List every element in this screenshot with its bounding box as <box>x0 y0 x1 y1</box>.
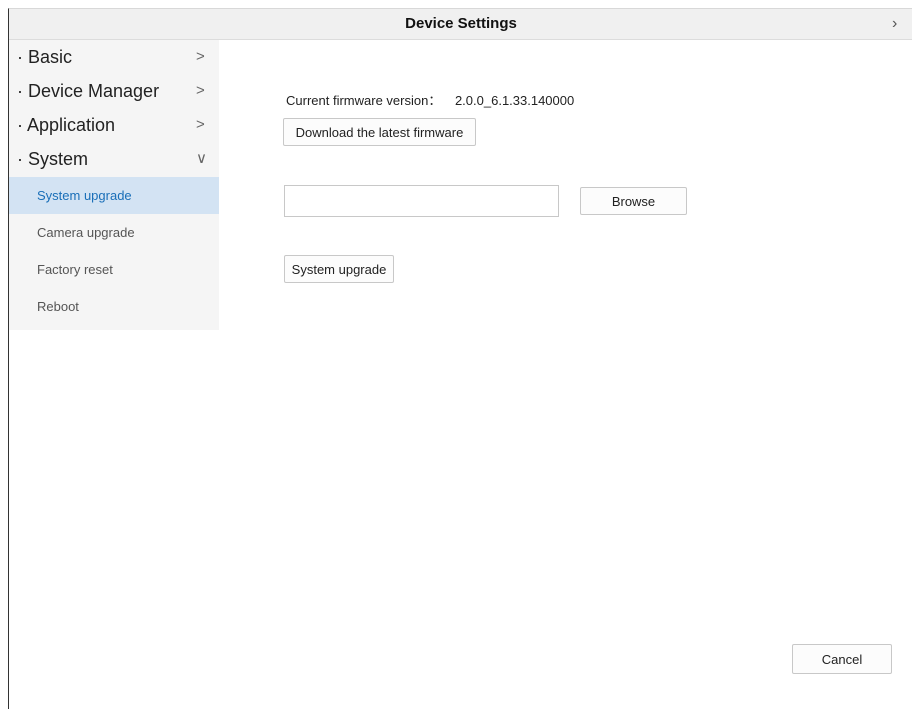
firmware-version-label: Current firmware version： <box>286 93 442 108</box>
main-content: Current firmware version： 2.0.0_6.1.33.1… <box>219 40 912 709</box>
sidebar-item-label: · Basic <box>17 47 73 67</box>
sidebar-subitem-camera-upgrade[interactable]: Camera upgrade <box>9 214 219 251</box>
firmware-version-row: Current firmware version： 2.0.0_6.1.33.1… <box>286 90 574 109</box>
sidebar-subitem-label: Reboot <box>37 299 79 314</box>
chevron-right-icon: > <box>196 48 205 65</box>
sidebar-subitem-label: Factory reset <box>37 262 113 277</box>
sidebar-item-device-manager[interactable]: · Device Manager > <box>9 74 219 108</box>
chevron-right-icon: > <box>196 116 205 133</box>
firmware-file-path-input[interactable] <box>284 185 559 217</box>
chevron-right-icon: > <box>196 82 205 99</box>
window-title: Device Settings <box>405 15 517 32</box>
sidebar-item-label: · Device Manager <box>17 81 160 101</box>
device-settings-window: Device Settings › · Basic > · Device Man… <box>8 8 912 709</box>
sidebar-subitem-label: Camera upgrade <box>37 225 135 240</box>
cancel-button[interactable]: Cancel <box>792 644 892 674</box>
sidebar-subitem-label: System upgrade <box>37 188 132 203</box>
system-upgrade-button[interactable]: System upgrade <box>284 255 394 283</box>
firmware-version-value: 2.0.0_6.1.33.140000 <box>454 93 575 108</box>
browse-button[interactable]: Browse <box>580 187 687 215</box>
sidebar-item-label: · Application <box>17 115 116 135</box>
sidebar-item-label: · System <box>17 149 89 169</box>
sidebar-subitem-factory-reset[interactable]: Factory reset <box>9 251 219 288</box>
title-bar: Device Settings › <box>9 9 912 40</box>
sidebar-subitem-system-upgrade[interactable]: System upgrade <box>9 177 219 214</box>
sidebar: · Basic > · Device Manager > · Applicati… <box>9 40 219 330</box>
sidebar-item-application[interactable]: · Application > <box>9 108 219 142</box>
download-latest-firmware-button[interactable]: Download the latest firmware <box>283 118 476 146</box>
sidebar-item-system[interactable]: · System ∨ <box>9 142 219 176</box>
sidebar-subitem-reboot[interactable]: Reboot <box>9 288 219 325</box>
close-icon[interactable]: › <box>892 9 897 39</box>
chevron-down-icon: ∨ <box>196 150 207 167</box>
sidebar-item-basic[interactable]: · Basic > <box>9 40 219 74</box>
